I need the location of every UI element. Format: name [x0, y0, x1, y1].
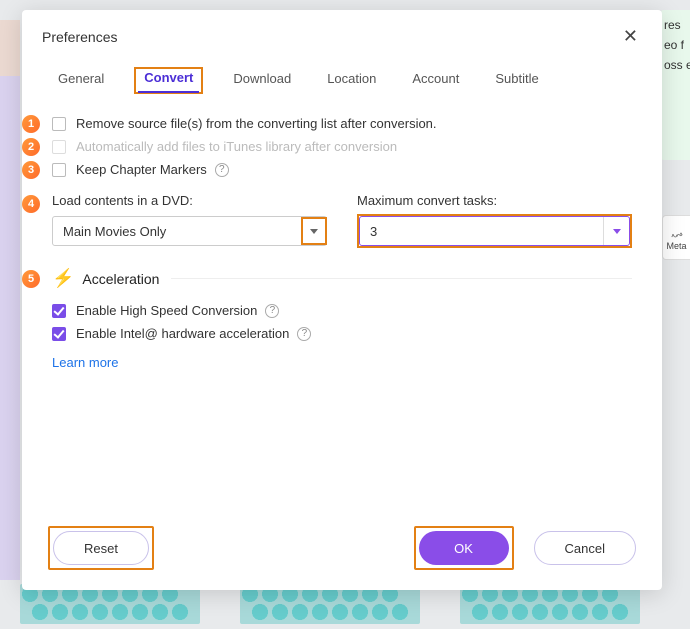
intel-accel-label: Enable Intel@ hardware acceleration: [76, 326, 289, 341]
annotation-highlight: 3: [357, 214, 632, 248]
remove-source-label: Remove source file(s) from the convertin…: [76, 116, 437, 131]
thumb: [460, 584, 640, 624]
bolt-icon: ⚡: [52, 268, 74, 289]
learn-more-link[interactable]: Learn more: [52, 355, 118, 370]
tab-convert[interactable]: Convert: [138, 66, 199, 93]
acceleration-title: Acceleration: [82, 271, 159, 287]
keep-chapters-label: Keep Chapter Markers: [76, 162, 207, 177]
annotation-highlight: Reset: [48, 526, 154, 570]
auto-itunes-checkbox: [52, 140, 66, 154]
thumb: [240, 584, 420, 624]
tab-general[interactable]: General: [52, 67, 110, 94]
tab-account[interactable]: Account: [406, 67, 465, 94]
annotation-badge-2: 2: [22, 138, 40, 156]
divider: [171, 278, 632, 279]
metadata-label: Meta: [666, 241, 686, 251]
annotation-highlight: OK: [414, 526, 514, 570]
annotation-badge-1: 1: [22, 115, 40, 133]
max-tasks-select[interactable]: 3: [359, 216, 630, 246]
high-speed-label: Enable High Speed Conversion: [76, 303, 257, 318]
annotation-badge-5: 5: [22, 270, 40, 288]
intel-accel-checkbox[interactable]: [52, 327, 66, 341]
reset-button[interactable]: Reset: [53, 531, 149, 565]
keep-chapters-checkbox[interactable]: [52, 163, 66, 177]
tab-location[interactable]: Location: [321, 67, 382, 94]
help-icon[interactable]: ?: [297, 327, 311, 341]
preferences-dialog: Preferences ✕ General Convert Download L…: [22, 10, 662, 590]
left-accent-strip: [0, 20, 20, 580]
dvd-load-value: Main Movies Only: [63, 224, 166, 239]
tabs-bar: General Convert Download Location Accoun…: [22, 55, 662, 94]
max-tasks-value: 3: [370, 224, 377, 239]
tab-subtitle[interactable]: Subtitle: [489, 67, 544, 94]
thumb: [20, 584, 200, 624]
close-icon[interactable]: ✕: [617, 24, 644, 49]
chevron-down-icon[interactable]: [301, 217, 327, 245]
dialog-title: Preferences: [42, 29, 117, 45]
chevron-down-icon[interactable]: [603, 217, 629, 245]
annotation-badge-3: 3: [22, 161, 40, 179]
max-tasks-label: Maximum convert tasks:: [357, 193, 632, 208]
metadata-button[interactable]: Meta: [662, 215, 690, 260]
right-panel-sliver: res eo f oss e: [660, 10, 690, 160]
high-speed-checkbox[interactable]: [52, 304, 66, 318]
background-thumbnails: [20, 584, 640, 624]
dvd-load-label: Load contents in a DVD:: [52, 193, 193, 208]
cancel-button[interactable]: Cancel: [534, 531, 636, 565]
auto-itunes-label: Automatically add files to iTunes librar…: [76, 139, 397, 154]
help-icon[interactable]: ?: [215, 163, 229, 177]
dvd-load-select[interactable]: Main Movies Only: [52, 216, 327, 246]
ok-button[interactable]: OK: [419, 531, 509, 565]
metadata-icon: [669, 225, 685, 241]
help-icon[interactable]: ?: [265, 304, 279, 318]
annotation-badge-4: 4: [22, 195, 40, 213]
annotation-highlight: Convert: [134, 67, 203, 94]
remove-source-checkbox[interactable]: [52, 117, 66, 131]
tab-download[interactable]: Download: [227, 67, 297, 94]
